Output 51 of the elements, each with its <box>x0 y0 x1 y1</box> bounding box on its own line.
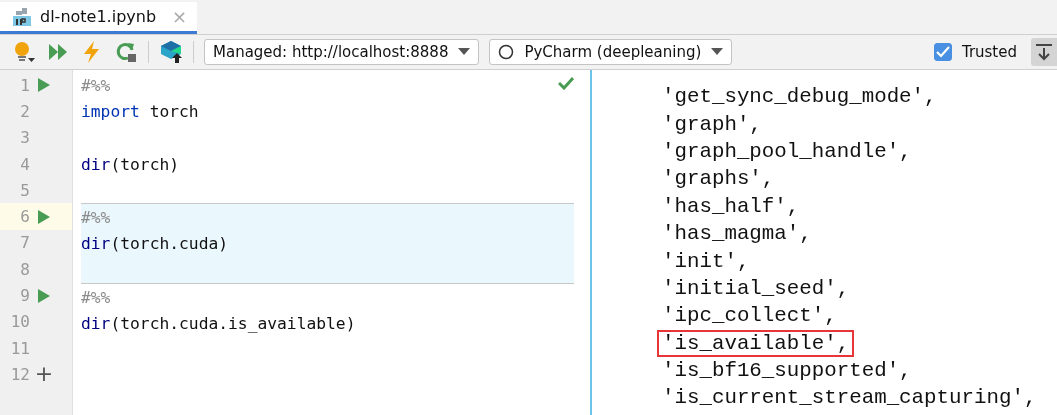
line-number: 10 <box>9 312 30 332</box>
output-line: 'has_half', <box>661 193 801 220</box>
lightbulb-icon[interactable] <box>12 40 36 64</box>
restart-icon[interactable] <box>114 40 138 64</box>
line-number: 2 <box>19 101 30 121</box>
line-number: 4 <box>19 154 30 174</box>
toolbar-button[interactable] <box>1031 38 1057 66</box>
output-line: 'is_bf16_supported', <box>661 358 913 385</box>
code-comment: #%% <box>81 75 111 95</box>
output-line: 'ipc_collect', <box>661 303 838 330</box>
upload-cube-icon[interactable] <box>159 40 183 64</box>
file-tab[interactable]: dl-note1.ipynb × <box>0 2 198 34</box>
line-number: 5 <box>19 180 30 200</box>
notebook-file-icon <box>12 6 32 27</box>
line-number: 3 <box>19 128 30 148</box>
checkbox-label: Trusted <box>961 43 1017 61</box>
run-cell-icon[interactable] <box>38 209 50 224</box>
code-line: import torch <box>81 101 199 121</box>
output-line: 'init', <box>661 248 751 275</box>
output-line: 'initial_seed', <box>661 275 851 302</box>
output-line: 'graph_pool_handle', <box>661 138 913 165</box>
output-line: 'graphs', <box>661 166 776 193</box>
output-line: 'get_sync_debug_mode', <box>661 84 938 111</box>
code-line: dir(torch) <box>81 154 180 174</box>
download-icon <box>1034 42 1054 62</box>
code-line: dir(torch.cuda.is_available) <box>81 314 356 334</box>
line-number: 11 <box>9 338 30 358</box>
kernel-status-icon <box>498 44 515 60</box>
kernel-dropdown[interactable]: PyCharm (deepleaning) <box>489 39 733 65</box>
line-number: 7 <box>19 233 30 253</box>
caret-icon <box>711 48 724 56</box>
selected-cell[interactable]: #%% dir(torch.cuda) <box>81 204 574 285</box>
line-number: 6 <box>19 207 30 227</box>
code-line: dir(torch.cuda) <box>81 234 229 254</box>
line-number: 1 <box>19 75 30 95</box>
server-dropdown[interactable]: Managed: http://localhost:8888 <box>204 39 480 65</box>
output-line: 'is_current_stream_capturing', <box>661 385 1038 412</box>
tab-title: dl-note1.ipynb <box>40 7 157 26</box>
run-cell-icon[interactable] <box>38 288 50 303</box>
add-icon[interactable]: + <box>34 363 54 386</box>
caret-icon <box>458 48 471 56</box>
line-number: 8 <box>19 259 30 279</box>
output-line: 'graph', <box>661 111 763 138</box>
run-cell-icon[interactable] <box>38 78 50 93</box>
line-number: 12 <box>9 364 30 384</box>
line-number: 9 <box>19 286 30 305</box>
code-comment: #%% <box>81 208 111 228</box>
code-comment: #%% <box>81 288 111 307</box>
code-cell[interactable]: #%% dir(torch.cuda.is_available) <box>81 284 574 364</box>
trusted-checkbox[interactable] <box>933 43 952 61</box>
output-line: 'has_magma', <box>661 221 813 248</box>
